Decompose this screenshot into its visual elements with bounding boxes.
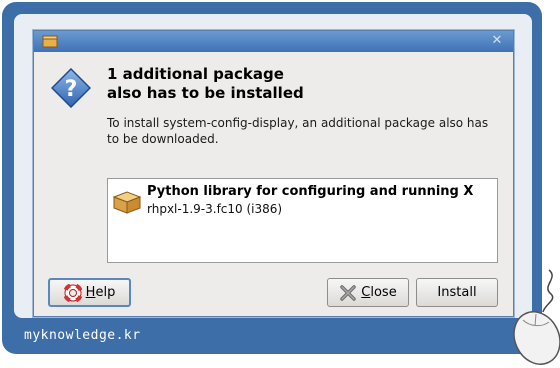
question-icon: ? bbox=[51, 68, 91, 108]
close-button[interactable]: Close bbox=[327, 278, 409, 307]
mouse-icon bbox=[513, 269, 560, 365]
close-button-label: Close bbox=[361, 285, 396, 300]
package-list[interactable]: Python library for configuring and runni… bbox=[107, 178, 498, 263]
close-label-rest: lose bbox=[370, 285, 397, 300]
help-label-rest: elp bbox=[95, 285, 116, 300]
dialog-titlebar[interactable]: ✕ bbox=[34, 31, 513, 52]
watermark-text: myknowledge.kr bbox=[24, 328, 141, 343]
svg-text:?: ? bbox=[65, 77, 78, 102]
headline-line-1: 1 additional package bbox=[107, 65, 284, 83]
package-version: rhpxl-1.9-3.fc10 (i386) bbox=[147, 202, 283, 216]
dialog-description: To install system-config-display, an add… bbox=[107, 116, 489, 146]
help-button[interactable]: Help bbox=[48, 278, 131, 307]
install-button[interactable]: Install bbox=[416, 278, 498, 307]
close-mnemonic: C bbox=[361, 285, 371, 300]
install-dialog: ✕ ? 1 additional package also has to be … bbox=[33, 30, 514, 317]
titlebar-close-icon[interactable]: ✕ bbox=[489, 33, 505, 49]
package-box-icon bbox=[112, 191, 142, 214]
lifebuoy-icon bbox=[63, 283, 82, 302]
package-icon bbox=[42, 35, 58, 48]
help-button-label: Help bbox=[86, 285, 116, 300]
close-x-icon bbox=[340, 284, 357, 301]
dialog-headline: 1 additional package also has to be inst… bbox=[107, 65, 497, 103]
package-name: Python library for configuring and runni… bbox=[147, 184, 474, 199]
help-mnemonic: H bbox=[85, 285, 96, 300]
headline-line-2: also has to be installed bbox=[107, 84, 304, 102]
